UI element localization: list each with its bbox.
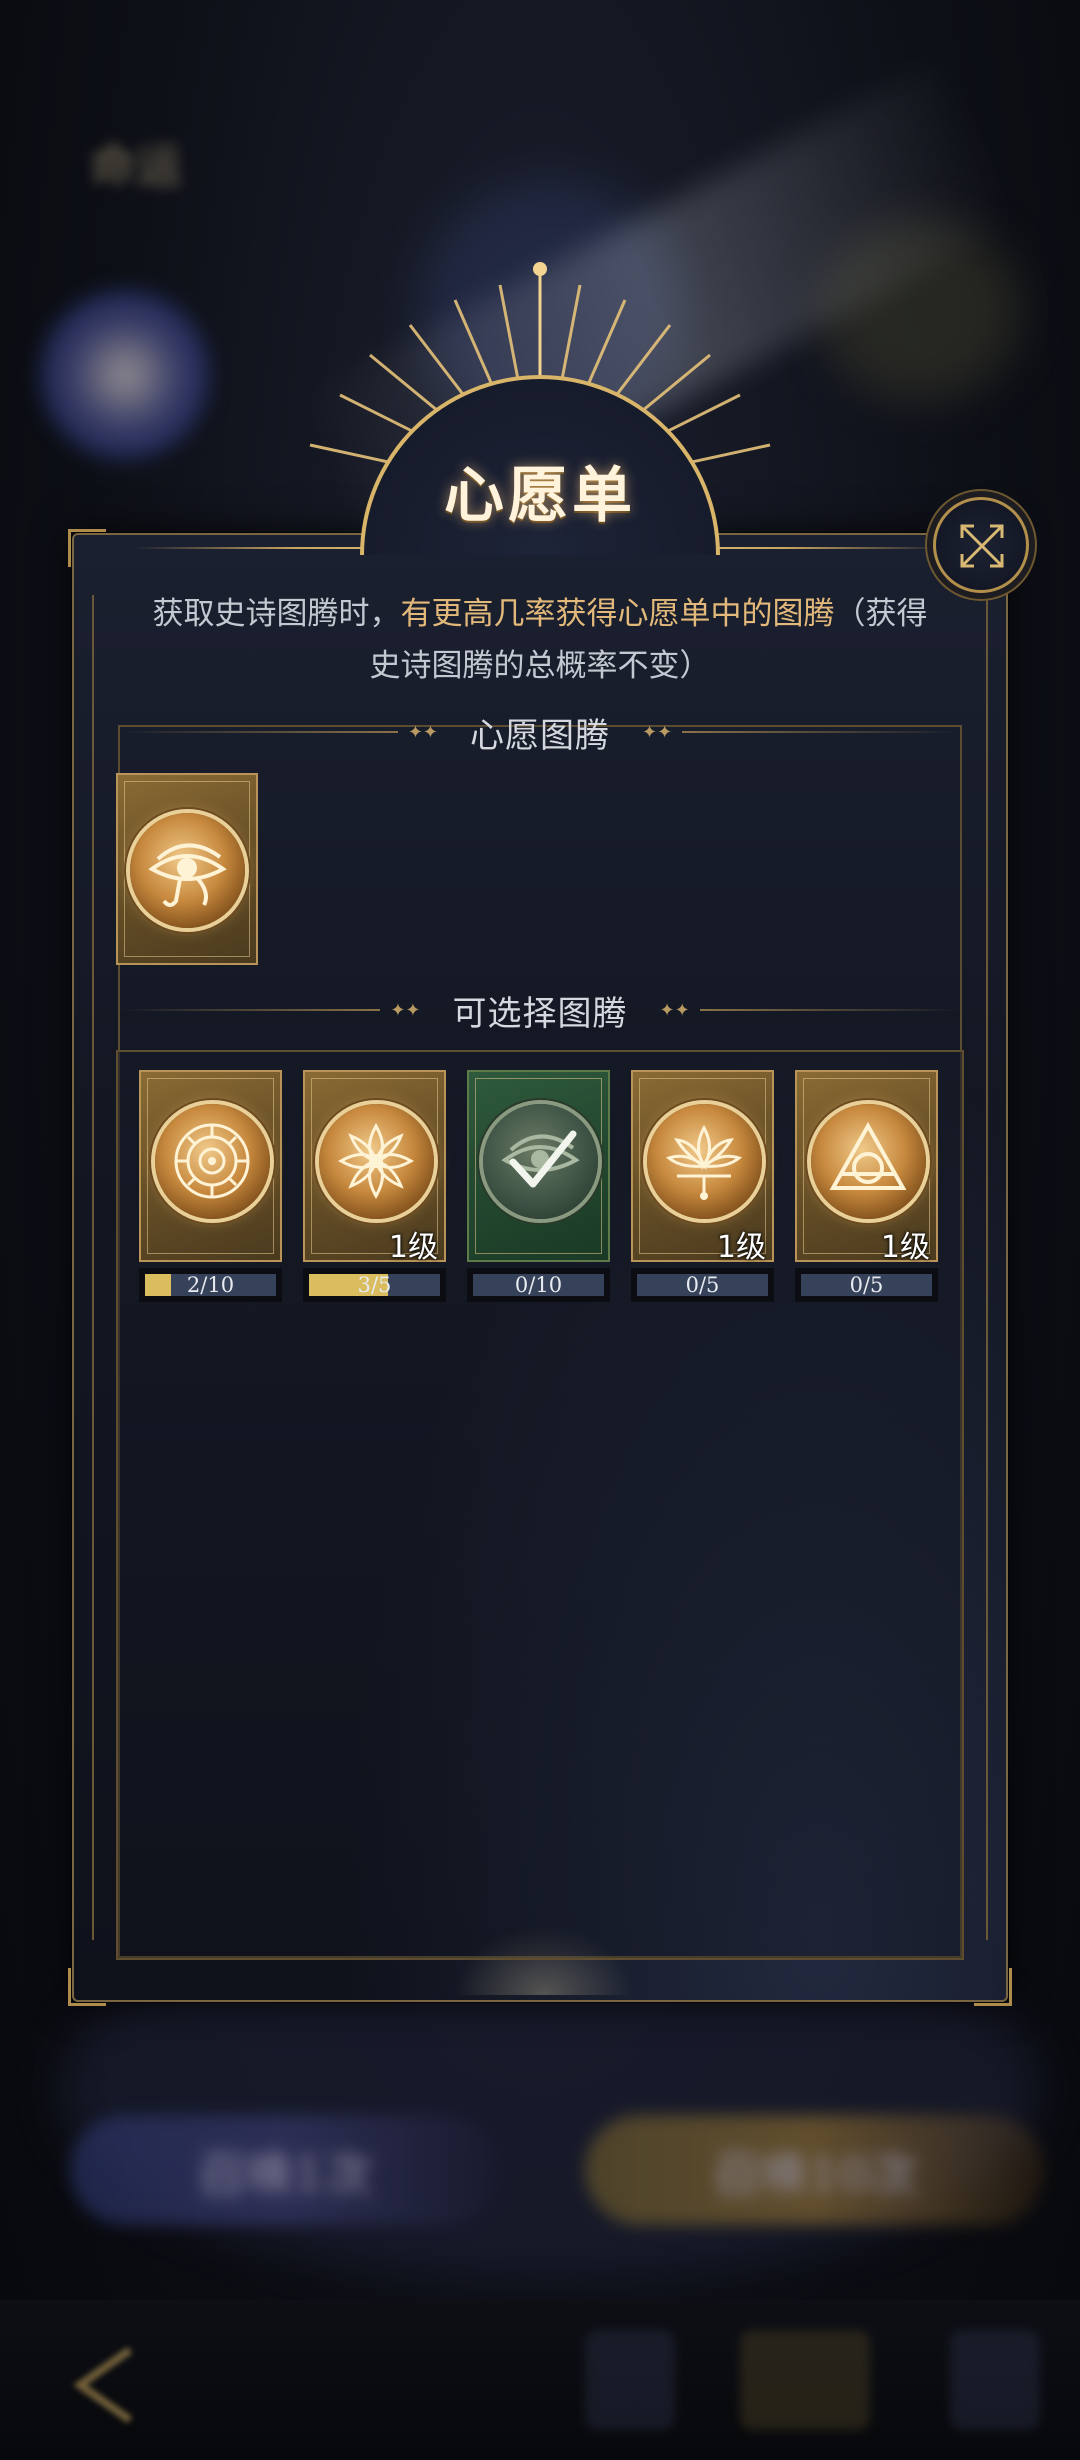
totem-level: 1级 xyxy=(388,1230,438,1265)
totem-progress: 2/10 xyxy=(139,1268,282,1302)
corner-ornament xyxy=(974,1968,1012,2006)
divider xyxy=(682,731,960,733)
totem-medal xyxy=(155,1104,270,1219)
totem-progress: 3/5 xyxy=(303,1268,446,1302)
corner-ornament xyxy=(68,1968,106,2006)
dialog-title: 心愿单 xyxy=(444,461,636,531)
corner-ornament xyxy=(68,529,106,567)
progress-track: 0/5 xyxy=(637,1274,768,1296)
totem-card-frame: 1级 xyxy=(795,1070,938,1265)
totem-progress: 0/10 xyxy=(467,1268,610,1302)
totem-level: 1级 xyxy=(716,1230,766,1265)
divider xyxy=(120,1009,381,1011)
section-label: 可选择图腾 xyxy=(452,993,628,1034)
section-selectable-heading: ✦✦ 可选择图腾 ✦✦ xyxy=(120,988,960,1034)
totem-card[interactable]: 1级 0/5 xyxy=(631,1070,774,1302)
summon-one-button: 召唤1次 xyxy=(70,2115,500,2225)
dialog-header: 心愿单 xyxy=(220,255,860,555)
triangle-circle-icon xyxy=(829,1121,907,1190)
totem-card-frame: 1级 xyxy=(303,1070,446,1265)
checkmark-icon xyxy=(509,1130,577,1188)
totem-card-frame xyxy=(139,1070,282,1262)
totem-card-frame: 1级 xyxy=(631,1070,774,1265)
section-label: 心愿图腾 xyxy=(470,715,610,756)
progress-text: 0/5 xyxy=(685,1273,720,1297)
description-text: 获取史诗图腾时， xyxy=(152,596,401,632)
totem-medal xyxy=(647,1104,762,1219)
bg-wishlist-medal xyxy=(40,290,210,460)
divider xyxy=(92,595,94,1940)
lotus-flower-icon xyxy=(337,1122,415,1200)
divider xyxy=(986,595,988,1940)
sparkle-icon: ✦✦ xyxy=(642,721,673,743)
totem-medal xyxy=(811,1104,926,1219)
sparkle-icon: ✦✦ xyxy=(390,999,421,1021)
progress-text: 0/10 xyxy=(514,1273,563,1297)
summon-ten-button: 召唤10次 xyxy=(585,2115,1045,2225)
bottom-nav-bar xyxy=(0,2300,1080,2460)
progress-track: 0/10 xyxy=(473,1274,604,1296)
description-highlight: 有更高几率获得心愿单中的图腾 xyxy=(400,596,835,632)
progress-track: 0/5 xyxy=(801,1274,932,1296)
totem-medal xyxy=(130,813,245,928)
wishlist-description: 获取史诗图腾时，有更高几率获得心愿单中的图腾（获得史诗图腾的总概率不变） xyxy=(140,588,940,692)
progress-text: 0/5 xyxy=(849,1273,884,1297)
totem-card[interactable]: 2/10 xyxy=(139,1070,282,1302)
section-wishlist-heading: ✦✦ 心愿图腾 ✦✦ xyxy=(120,710,960,756)
totem-progress: 0/5 xyxy=(631,1268,774,1302)
eye-of-horus-icon xyxy=(148,843,227,907)
nav-icon xyxy=(740,2330,870,2430)
rune-circle-icon xyxy=(174,1123,250,1199)
divider xyxy=(120,731,398,733)
totem-level: 1级 xyxy=(880,1230,930,1265)
close-icon xyxy=(960,524,1004,568)
nav-icon xyxy=(950,2330,1040,2430)
totem-card[interactable]: 1级 3/5 xyxy=(303,1070,446,1302)
progress-text: 2/10 xyxy=(186,1273,235,1297)
totem-medal xyxy=(319,1104,434,1219)
lotus-bloom-icon xyxy=(665,1124,743,1200)
totem-medal xyxy=(483,1104,598,1219)
back-arrow-icon xyxy=(73,2346,133,2424)
totem-card-selected[interactable]: 0/10 xyxy=(467,1070,610,1302)
totem-card-frame xyxy=(467,1070,610,1262)
progress-text: 3/5 xyxy=(357,1273,392,1297)
bg-fate-title: 命运 xyxy=(90,139,182,193)
sparkle-icon: ✦✦ xyxy=(659,999,690,1021)
progress-track: 3/5 xyxy=(309,1274,440,1296)
divider xyxy=(699,1009,960,1011)
totem-card[interactable]: 1级 0/5 xyxy=(795,1070,938,1302)
close-button[interactable] xyxy=(933,497,1029,593)
sparkle-icon: ✦✦ xyxy=(407,721,438,743)
wishlist-slot[interactable] xyxy=(116,773,258,965)
totem-progress: 0/5 xyxy=(795,1268,938,1302)
progress-track: 2/10 xyxy=(145,1274,276,1296)
nav-icon xyxy=(585,2330,675,2430)
